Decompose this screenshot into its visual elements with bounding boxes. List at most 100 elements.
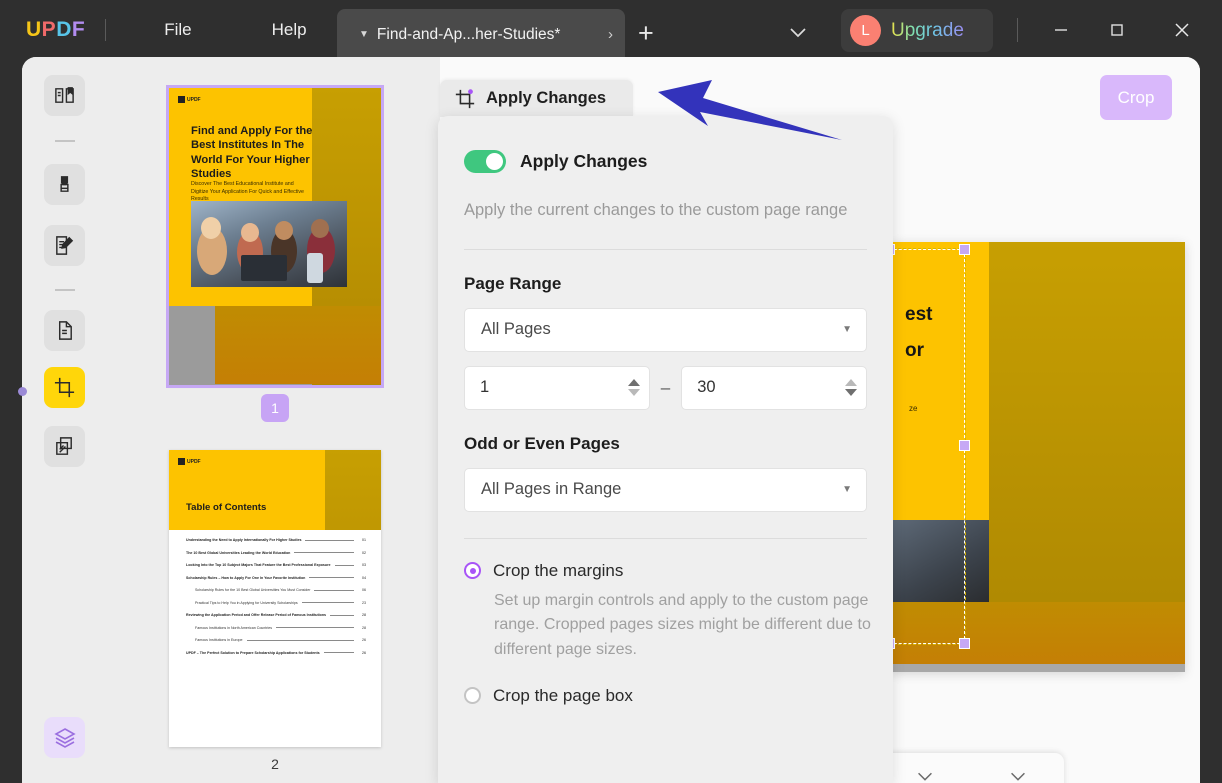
radio-selected-icon[interactable] — [464, 562, 481, 580]
maximize-button[interactable] — [1104, 17, 1130, 43]
chevron-down-icon: ▼ — [842, 484, 852, 496]
panel-resize-dot[interactable] — [18, 387, 27, 396]
sidebar-item-layers[interactable] — [44, 717, 85, 758]
updf-application-window: U P D F File Help ▼ Find-and-Ap...her-St… — [0, 0, 1222, 783]
thumbnail-page-label: 2 — [271, 756, 279, 772]
page-photo — [191, 201, 347, 287]
apply-changes-toggle[interactable] — [464, 150, 506, 173]
tool-rail — [22, 57, 107, 783]
stepper-up-icon[interactable] — [627, 379, 640, 387]
toc-entry: Famous Institutions in North American Co… — [195, 625, 366, 630]
crop-margins-option[interactable]: Crop the margins — [464, 561, 867, 581]
range-separator: – — [660, 377, 671, 397]
toc-entry: Reviewing the Application Period and Off… — [186, 613, 366, 617]
stepper-up-icon[interactable] — [845, 379, 857, 387]
page-range-from-value: 1 — [480, 378, 490, 397]
page-range-heading: Page Range — [464, 273, 562, 293]
stepper-arrows[interactable] — [627, 379, 640, 397]
apply-changes-tab-label: Apply Changes — [486, 89, 607, 107]
page-title-text: Find and Apply For the Best Institutes I… — [191, 125, 313, 180]
crop-handle-top-right[interactable] — [959, 244, 970, 255]
window-controls-divider — [1017, 18, 1018, 42]
annotation-arrow — [658, 80, 842, 140]
toc-entry: The 10 Best Global Universities Leading … — [186, 550, 366, 555]
toc-entry: Famous Institutions in Europe 26 — [195, 638, 366, 642]
page-range-select[interactable]: All Pages ▼ — [464, 307, 867, 352]
page-range-value: All Pages — [481, 320, 551, 339]
page-range-from-stepper[interactable]: 1 — [464, 365, 650, 410]
close-button[interactable] — [1169, 17, 1195, 43]
page-logo: UPDF — [178, 458, 201, 465]
document-tab[interactable]: ▼ Find-and-Ap...her-Studies* › — [337, 9, 625, 60]
doc-bottom-gray — [889, 664, 1185, 672]
crop-page-box-label: Crop the page box — [493, 685, 633, 705]
toc-entry: Scholarship Rules for the 10 Best Global… — [195, 588, 366, 592]
viewer-bottom-bar[interactable] — [878, 753, 1064, 783]
page-range-to-stepper[interactable]: 30 — [681, 365, 867, 410]
toc-entry: UPDF – The Perfect Solution to Prepare S… — [186, 650, 366, 655]
thumbnail-page-2[interactable]: UPDF Table of Contents Understanding the… — [169, 450, 381, 772]
page-title-text: Table of Contents — [186, 502, 267, 513]
minimize-button[interactable] — [1048, 17, 1074, 43]
avatar: L — [850, 15, 881, 46]
apply-changes-panel: Apply Changes Apply the current changes … — [438, 116, 893, 783]
upgrade-label: Upgrade — [891, 19, 964, 41]
tab-list-chevron-down-icon[interactable] — [786, 20, 810, 44]
crop-selection-overlay[interactable] — [884, 244, 970, 649]
sidebar-item-organize[interactable] — [44, 310, 85, 351]
stepper-arrows[interactable] — [845, 379, 857, 397]
rail-divider-2 — [55, 289, 75, 291]
apply-changes-tab[interactable]: Apply Changes — [440, 80, 633, 117]
apply-changes-description: Apply the current changes to the custom … — [464, 201, 848, 219]
updf-logo: U P D F — [26, 18, 85, 42]
thumbnail-panel[interactable]: UPDF Find and Apply For the Best Institu… — [107, 57, 440, 783]
apply-changes-toggle-row[interactable]: Apply Changes — [464, 150, 867, 173]
tab-title: Find-and-Ap...her-Studies* — [376, 25, 561, 43]
logo-letter-f: F — [71, 18, 86, 41]
rail-divider-1 — [55, 140, 75, 142]
crop-handle-middle-right[interactable] — [959, 440, 970, 451]
logo-letter-u: U — [26, 18, 42, 41]
crop-page-box-option[interactable]: Crop the page box — [464, 686, 867, 706]
page-fit-chevron-down-icon[interactable] — [1007, 765, 1029, 783]
chevron-right-icon[interactable]: › — [608, 26, 613, 43]
toc-list: Understanding the Need to Apply Internat… — [186, 538, 366, 663]
stepper-down-icon[interactable] — [627, 389, 640, 397]
sidebar-item-edit[interactable] — [44, 225, 85, 266]
odd-even-select[interactable]: All Pages in Range ▼ — [464, 467, 867, 512]
logo-letter-p: P — [41, 18, 57, 41]
tab-dropdown-icon[interactable]: ▼ — [359, 29, 369, 40]
crop-button[interactable]: Crop — [1100, 75, 1172, 120]
sidebar-item-crop[interactable] — [44, 367, 85, 408]
toc-entry: Understanding the Need to Apply Internat… — [186, 538, 366, 542]
title-divider — [105, 19, 107, 41]
doc-accent-band — [989, 242, 1185, 602]
chevron-down-icon: ▼ — [842, 324, 852, 336]
odd-even-heading: Odd or Even Pages — [464, 433, 620, 453]
page-logo: UPDF — [178, 96, 201, 103]
sidebar-item-annotate[interactable] — [44, 164, 85, 205]
stepper-down-icon[interactable] — [845, 389, 857, 397]
sidebar-item-reader[interactable] — [44, 75, 85, 116]
radio-unselected-icon[interactable] — [464, 687, 481, 705]
odd-even-value: All Pages in Range — [481, 480, 622, 499]
upgrade-button[interactable]: L Upgrade — [841, 9, 993, 52]
toc-entry: Practical Tips to Help You in Applying f… — [195, 600, 366, 605]
crop-margins-description: Set up margin controls and apply to the … — [494, 591, 871, 658]
new-tab-button[interactable]: + — [638, 20, 654, 47]
toc-entry: Scholarship Rules – How to Apply For One… — [186, 575, 366, 580]
page-range-inputs[interactable]: 1 – 30 — [464, 365, 867, 410]
menu-file[interactable]: File — [148, 14, 207, 46]
thumbnail-page-1[interactable]: UPDF Find and Apply For the Best Institu… — [166, 85, 384, 422]
thumbnail-image[interactable]: UPDF Table of Contents Understanding the… — [169, 450, 381, 747]
panel-divider-1 — [464, 248, 867, 250]
sidebar-item-batch[interactable] — [44, 426, 85, 467]
thumbnail-page-label: 1 — [261, 394, 289, 422]
page-lower-band — [215, 306, 381, 384]
crop-handle-bottom-right[interactable] — [959, 638, 970, 649]
thumbnail-image[interactable]: UPDF Find and Apply For the Best Institu… — [166, 85, 384, 388]
panel-divider-2 — [464, 537, 867, 539]
toc-entry: Looking Into the Top 10 Subject Majors T… — [186, 563, 366, 567]
zoom-chevron-down-icon[interactable] — [914, 765, 936, 783]
menu-help[interactable]: Help — [256, 14, 323, 46]
